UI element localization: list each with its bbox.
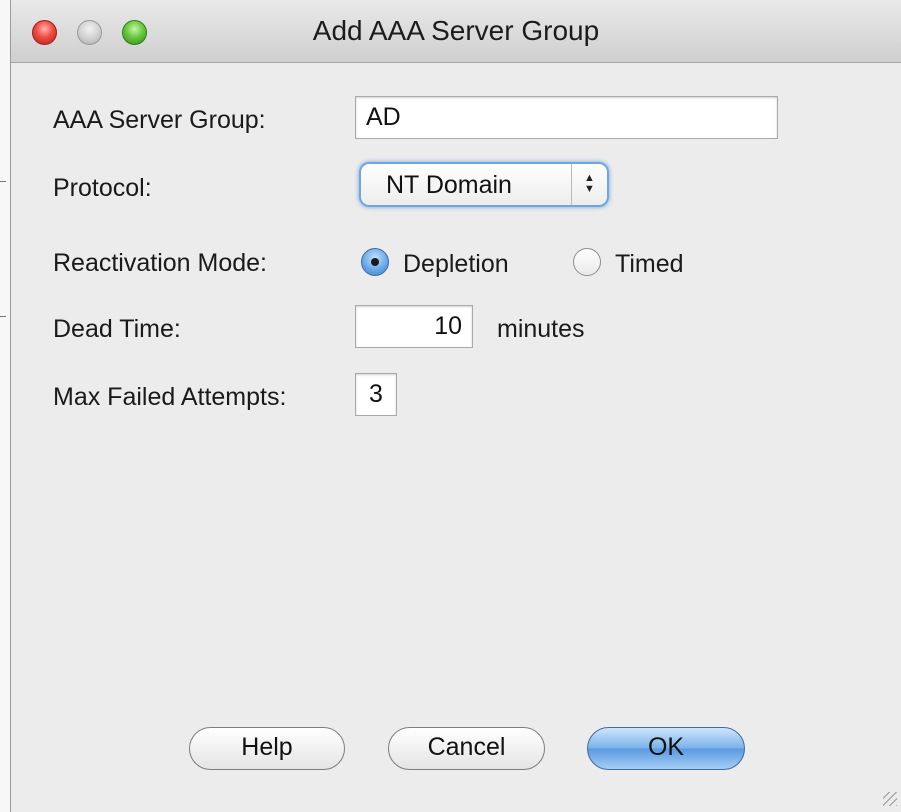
server-group-input[interactable] (355, 96, 778, 139)
max-failed-attempts-label: Max Failed Attempts: (53, 383, 287, 411)
dialog-window: Add AAA Server Group AAA Server Group: P… (10, 0, 901, 812)
ok-button[interactable]: OK (587, 727, 745, 770)
radio-depletion-label[interactable]: Depletion (403, 250, 509, 279)
protocol-select[interactable]: NT Domain ▲ ▼ (359, 162, 609, 207)
reactivation-mode-label: Reactivation Mode: (53, 249, 268, 277)
help-button[interactable]: Help (189, 727, 345, 770)
cancel-button[interactable]: Cancel (388, 727, 545, 770)
background-divider (0, 316, 6, 317)
resize-grip-icon[interactable] (883, 792, 897, 806)
select-arrows-icon: ▲ ▼ (571, 164, 607, 205)
protocol-selected-value: NT Domain (386, 171, 512, 199)
dead-time-label: Dead Time: (53, 315, 181, 343)
radio-timed[interactable] (573, 248, 601, 276)
radio-timed-label[interactable]: Timed (615, 250, 684, 279)
protocol-label: Protocol: (53, 174, 152, 202)
max-failed-attempts-input[interactable] (355, 373, 397, 416)
window-title: Add AAA Server Group (312, 15, 600, 46)
radio-depletion[interactable] (361, 248, 389, 276)
dead-time-input[interactable] (355, 305, 473, 348)
background-divider (0, 181, 6, 182)
dead-time-unit: minutes (497, 315, 585, 343)
server-group-label: AAA Server Group: (53, 106, 266, 134)
title-bar[interactable]: Add AAA Server Group (11, 0, 901, 63)
